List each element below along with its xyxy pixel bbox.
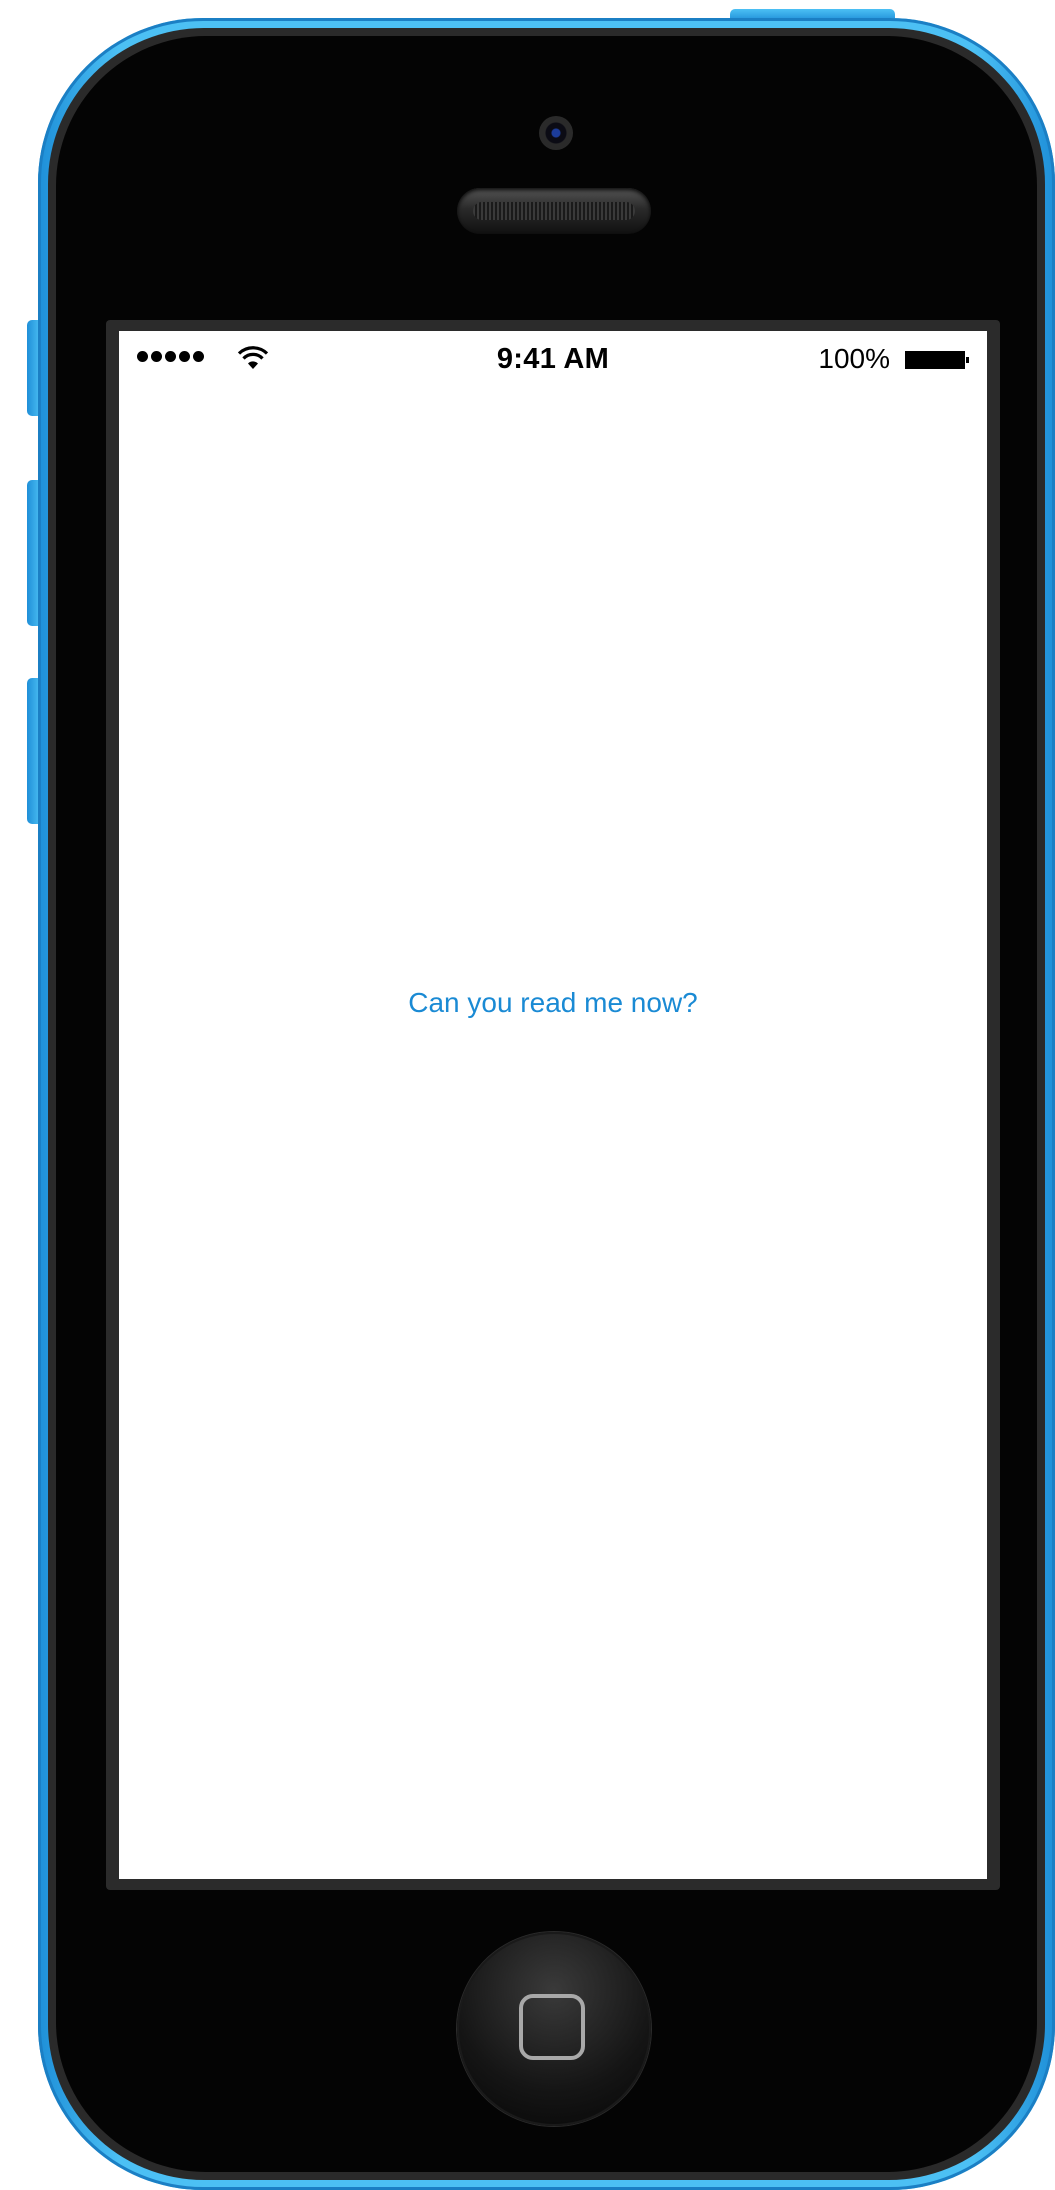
battery-icon — [905, 351, 969, 369]
battery-percent: 100% — [818, 343, 890, 374]
status-bar: 9:41 AM 100% — [119, 331, 987, 391]
earpiece-speaker — [457, 188, 651, 234]
device-mockup: 9:41 AM 100% Can you read me now? — [0, 0, 1055, 2190]
screen: 9:41 AM 100% Can you read me now? — [119, 331, 987, 1879]
message-label: Can you read me now? — [408, 987, 698, 1018]
home-button[interactable] — [457, 1932, 651, 2126]
front-camera-icon — [539, 116, 573, 150]
home-square-icon — [519, 1994, 585, 2060]
